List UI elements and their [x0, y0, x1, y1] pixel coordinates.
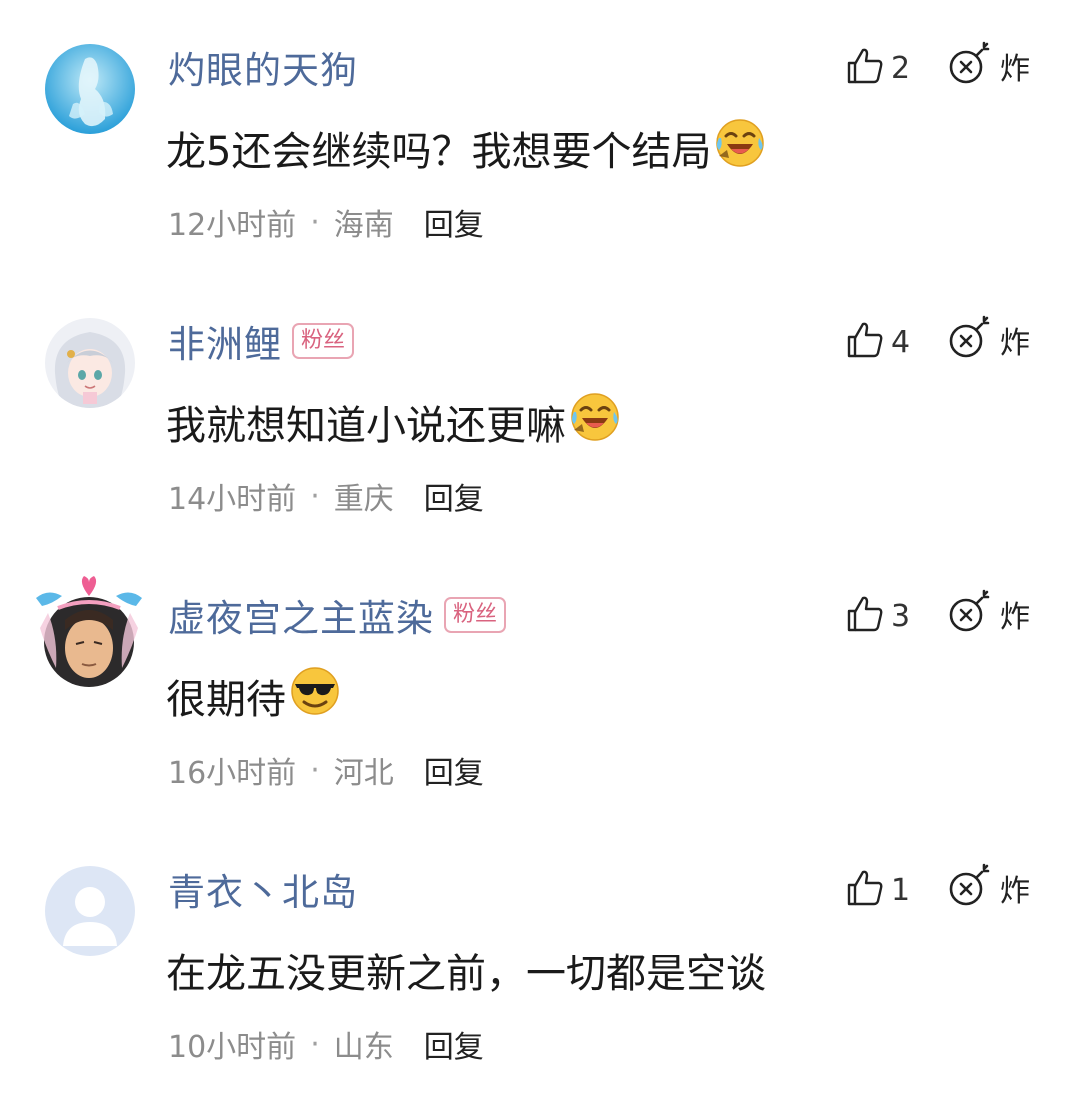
- location: 河北: [333, 756, 394, 791]
- comment-text-row: 在龙五没更新之前，一切都是空谈: [166, 940, 766, 1000]
- bomb-label: 炸: [1000, 52, 1030, 87]
- comment-text: 很期待: [166, 677, 286, 723]
- bomb-label: 炸: [1000, 874, 1030, 909]
- separator-dot: ·: [310, 1026, 320, 1062]
- thumbs-up-icon: [845, 46, 885, 90]
- location: 海南: [333, 208, 394, 243]
- fan-badge: 粉丝: [292, 323, 355, 359]
- like-button[interactable]: 3: [845, 594, 910, 638]
- reply-button[interactable]: 回复: [424, 748, 484, 792]
- bomb-button[interactable]: 炸: [946, 40, 1030, 92]
- sunglasses-emoji-icon: [288, 664, 342, 728]
- comment-meta: 14小时前 · 重庆 回复: [168, 474, 484, 518]
- laughing-crying-emoji-icon: [568, 390, 622, 454]
- avatar[interactable]: [28, 568, 150, 690]
- avatar[interactable]: [45, 44, 135, 134]
- reply-button[interactable]: 回复: [424, 200, 484, 244]
- comment-item: 非洲鲤 粉丝 4 炸 我就想知道小说还更嘛 14小时前 · 重庆 回复: [0, 274, 1080, 548]
- location: 山东: [333, 1030, 394, 1065]
- name-row: 非洲鲤 粉丝: [168, 314, 355, 368]
- bomb-button[interactable]: 炸: [946, 588, 1030, 640]
- bomb-icon: [946, 314, 994, 366]
- thumbs-up-icon: [845, 320, 885, 364]
- username[interactable]: 青衣丶北岛: [168, 862, 358, 916]
- reply-button[interactable]: 回复: [424, 1022, 484, 1066]
- like-button[interactable]: 4: [845, 320, 910, 364]
- location: 重庆: [333, 482, 394, 517]
- fan-badge: 粉丝: [444, 597, 507, 633]
- bomb-button[interactable]: 炸: [946, 314, 1030, 366]
- name-row: 青衣丶北岛: [168, 864, 358, 914]
- comment-text-row: 很期待: [166, 666, 342, 726]
- name-row: 灼眼的天狗: [168, 42, 358, 92]
- like-button[interactable]: 2: [845, 46, 910, 90]
- comment-text: 我就想知道小说还更嘛: [166, 403, 566, 449]
- comment-text: 龙5还会继续吗？我想要个结局: [166, 129, 712, 175]
- like-button[interactable]: 1: [845, 868, 910, 912]
- avatar[interactable]: [45, 318, 135, 408]
- timestamp: 16小时前: [168, 756, 297, 791]
- timestamp: 14小时前: [168, 482, 297, 517]
- comment-text-row: 我就想知道小说还更嘛: [166, 392, 622, 452]
- like-count: 3: [891, 598, 911, 634]
- laughing-crying-emoji-icon: [713, 116, 767, 180]
- timestamp: 10小时前: [168, 1030, 297, 1065]
- username[interactable]: 灼眼的天狗: [168, 40, 358, 94]
- thumbs-up-icon: [845, 868, 885, 912]
- like-count: 4: [891, 324, 911, 360]
- bomb-label: 炸: [1000, 600, 1030, 635]
- bomb-icon: [946, 40, 994, 92]
- bomb-label: 炸: [1000, 326, 1030, 361]
- username[interactable]: 非洲鲤: [168, 314, 282, 368]
- name-row: 虚夜宫之主蓝染 粉丝: [168, 588, 507, 642]
- separator-dot: ·: [310, 204, 320, 240]
- bomb-button[interactable]: 炸: [946, 862, 1030, 914]
- comment-meta: 16小时前 · 河北 回复: [168, 748, 484, 792]
- comment-text: 在龙五没更新之前，一切都是空谈: [166, 951, 766, 997]
- like-count: 1: [891, 872, 911, 908]
- separator-dot: ·: [310, 752, 320, 788]
- separator-dot: ·: [310, 478, 320, 514]
- reply-button[interactable]: 回复: [424, 474, 484, 518]
- like-count: 2: [891, 50, 911, 86]
- comment-item: 灼眼的天狗 2 炸 龙5还会继续吗？我想要个结局 12小时前 · 海南 回复: [0, 0, 1080, 274]
- thumbs-up-icon: [845, 594, 885, 638]
- comment-meta: 10小时前 · 山东 回复: [168, 1022, 484, 1066]
- comment-item: 青衣丶北岛 1 炸 在龙五没更新之前，一切都是空谈 10小时前 · 山东 回复: [0, 822, 1080, 1096]
- comment-meta: 12小时前 · 海南 回复: [168, 200, 484, 244]
- comment-item: 虚夜宫之主蓝染 粉丝 3 炸 很期待 16小时前 · 河北 回复: [0, 548, 1080, 822]
- username[interactable]: 虚夜宫之主蓝染: [168, 588, 434, 642]
- timestamp: 12小时前: [168, 208, 297, 243]
- avatar[interactable]: [45, 866, 135, 956]
- bomb-icon: [946, 588, 994, 640]
- bomb-icon: [946, 862, 994, 914]
- comment-text-row: 龙5还会继续吗？我想要个结局: [166, 118, 767, 178]
